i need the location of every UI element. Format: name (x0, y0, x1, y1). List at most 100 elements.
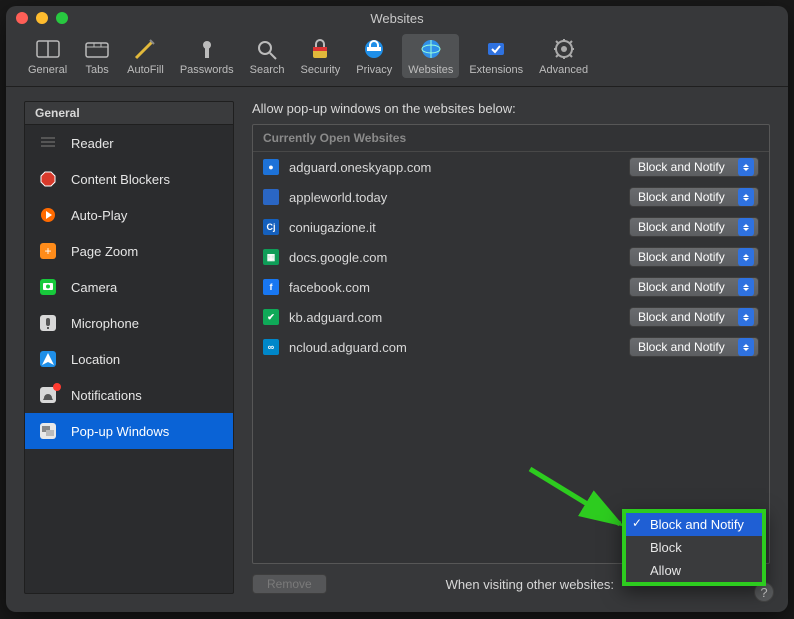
website-setting-select[interactable]: Block and Notify (629, 337, 759, 357)
website-setting-select[interactable]: Block and Notify (629, 277, 759, 297)
sidebar-item-label: Camera (71, 280, 117, 295)
toolbar-general[interactable]: General (22, 34, 73, 78)
website-row[interactable]: ✔kb.adguard.comBlock and Notify (253, 302, 769, 332)
close-icon[interactable] (16, 12, 28, 24)
sidebar-item-notifications[interactable]: Notifications (25, 377, 233, 413)
reader-icon (37, 132, 59, 154)
website-domain: coniugazione.it (289, 220, 619, 235)
camera-icon (37, 276, 59, 298)
toolbar-label: General (28, 64, 67, 76)
select-arrows-icon (738, 308, 754, 326)
tabs-icon (83, 36, 111, 62)
select-value: Block and Notify (638, 220, 738, 234)
website-row[interactable]: ● adguard.oneskyapp.com Block and Notify (253, 152, 769, 182)
favicon-icon: ● (263, 159, 279, 175)
website-row[interactable]: f facebook.com Block and Notify (253, 272, 769, 302)
toolbar-label: Security (300, 64, 340, 76)
page-zoom-icon: + (37, 240, 59, 262)
toolbar-tabs[interactable]: Tabs (77, 34, 117, 78)
toolbar: General Tabs AutoFill Passwords Search Securi… (6, 30, 788, 87)
sidebar: General ReaderContent BlockersAuto-Play+… (24, 101, 234, 594)
sidebar-item-label: Content Blockers (71, 172, 170, 187)
sidebar-header: General (25, 102, 233, 125)
toolbar-label: Extensions (469, 64, 523, 76)
website-domain: appleworld.today (289, 190, 619, 205)
toolbar-extensions[interactable]: Extensions (463, 34, 529, 78)
notification-badge-icon (53, 383, 61, 391)
select-value: Block and Notify (638, 190, 738, 204)
sidebar-item-pop-up-windows[interactable]: Pop-up Windows (25, 413, 233, 449)
dropdown-option[interactable]: Allow (626, 559, 762, 582)
select-arrows-icon (738, 248, 754, 266)
website-setting-select[interactable]: Block and Notify (629, 247, 759, 267)
select-arrows-icon (738, 188, 754, 206)
autofill-icon (131, 36, 159, 62)
dropdown-option[interactable]: Block and Notify (626, 513, 762, 536)
sidebar-item-reader[interactable]: Reader (25, 125, 233, 161)
svg-text:+: + (44, 244, 51, 258)
sidebar-item-label: Location (71, 352, 120, 367)
website-list-header: Currently Open Websites (253, 125, 769, 152)
select-arrows-icon (738, 338, 754, 356)
toolbar-autofill[interactable]: AutoFill (121, 34, 170, 78)
website-domain: docs.google.com (289, 250, 619, 265)
toolbar-label: AutoFill (127, 64, 164, 76)
main-panel: Allow pop-up windows on the websites bel… (252, 101, 770, 594)
extensions-icon (482, 36, 510, 62)
toolbar-privacy[interactable]: Privacy (350, 34, 398, 78)
website-row[interactable]: Cjconiugazione.itBlock and Notify (253, 212, 769, 242)
privacy-icon (360, 36, 388, 62)
website-list: Currently Open Websites ● adguard.oneskya… (252, 124, 770, 564)
sidebar-item-camera[interactable]: Camera (25, 269, 233, 305)
select-value: Block and Notify (638, 310, 738, 324)
advanced-icon (550, 36, 578, 62)
sidebar-item-label: Pop-up Windows (71, 424, 169, 439)
website-setting-select[interactable]: Block and Notify (629, 157, 759, 177)
titlebar: Websites (6, 6, 788, 30)
microphone-icon (37, 312, 59, 334)
window-controls (16, 12, 68, 24)
sidebar-item-page-zoom[interactable]: + Page Zoom (25, 233, 233, 269)
select-value: Block and Notify (638, 160, 738, 174)
sidebar-item-auto-play[interactable]: Auto-Play (25, 197, 233, 233)
toolbar-websites[interactable]: Websites (402, 34, 459, 78)
select-value: Block and Notify (638, 340, 738, 354)
sidebar-item-location[interactable]: Location (25, 341, 233, 377)
select-arrows-icon (738, 158, 754, 176)
toolbar-label: Tabs (86, 64, 109, 76)
website-setting-select[interactable]: Block and Notify (629, 187, 759, 207)
pop-up-windows-icon (37, 420, 59, 442)
toolbar-label: Websites (408, 64, 453, 76)
toolbar-passwords[interactable]: Passwords (174, 34, 240, 78)
content-blockers-icon (37, 168, 59, 190)
website-setting-select[interactable]: Block and Notify (629, 217, 759, 237)
website-domain: adguard.oneskyapp.com (289, 160, 619, 175)
sidebar-item-label: Reader (71, 136, 114, 151)
toolbar-search[interactable]: Search (244, 34, 291, 78)
sidebar-item-label: Page Zoom (71, 244, 138, 259)
search-icon (253, 36, 281, 62)
toolbar-security[interactable]: Security (294, 34, 346, 78)
window-title: Websites (6, 11, 788, 26)
sidebar-item-microphone[interactable]: Microphone (25, 305, 233, 341)
remove-button[interactable]: Remove (252, 574, 327, 594)
toolbar-label: Search (250, 64, 285, 76)
website-domain: facebook.com (289, 280, 619, 295)
dropdown-option[interactable]: Block (626, 536, 762, 559)
favicon-icon: ✔ (263, 309, 279, 325)
website-row[interactable]: ▦docs.google.comBlock and Notify (253, 242, 769, 272)
auto-play-icon (37, 204, 59, 226)
website-setting-select[interactable]: Block and Notify (629, 307, 759, 327)
favicon-icon: f (263, 279, 279, 295)
sidebar-item-content-blockers[interactable]: Content Blockers (25, 161, 233, 197)
content: General ReaderContent BlockersAuto-Play+… (6, 87, 788, 612)
minimize-icon[interactable] (36, 12, 48, 24)
website-row[interactable]: appleworld.today Block and Notify (253, 182, 769, 212)
favicon-icon (263, 189, 279, 205)
website-row[interactable]: ∞ncloud.adguard.comBlock and Notify (253, 332, 769, 362)
select-value: Block and Notify (638, 250, 738, 264)
toolbar-label: Privacy (356, 64, 392, 76)
other-websites-dropdown[interactable]: Block and NotifyBlockAllow (622, 509, 766, 586)
toolbar-advanced[interactable]: Advanced (533, 34, 594, 78)
zoom-icon[interactable] (56, 12, 68, 24)
